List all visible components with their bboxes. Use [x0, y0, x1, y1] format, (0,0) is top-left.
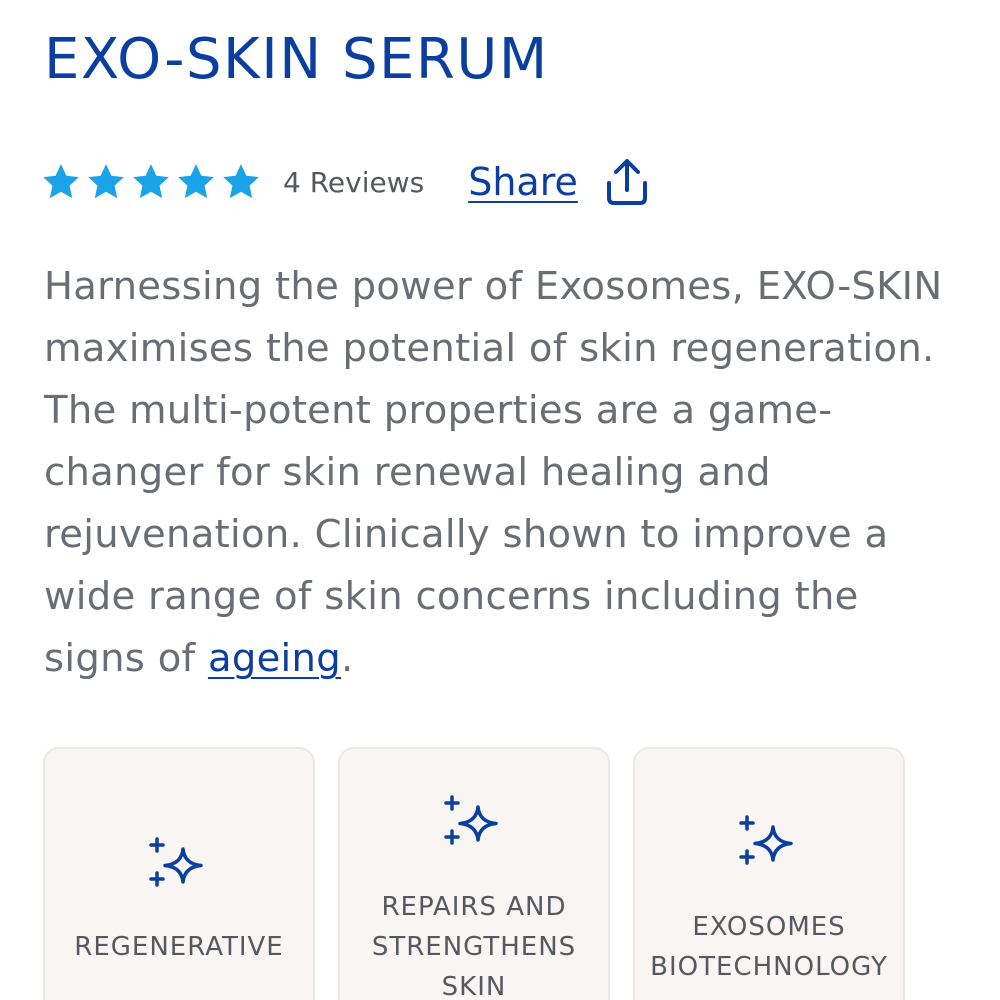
- sparkle-icon: [149, 837, 203, 887]
- sparkle-icon: [444, 795, 498, 845]
- product-description: Harnessing the power of Exosomes, EXO-SK…: [44, 256, 954, 690]
- feature-card-repairs: REPAIRS AND STRENGTHENS SKIN: [338, 747, 610, 1000]
- description-end: .: [341, 636, 354, 681]
- feature-label-line: STRENGTHENS: [371, 932, 577, 962]
- feature-label-line: BIOTECHNOLOGY: [650, 952, 888, 982]
- feature-label: REPAIRS AND STRENGTHENS SKIN: [340, 887, 608, 1000]
- reviews-link[interactable]: 4 Reviews: [283, 166, 424, 199]
- feature-label-line: REGENERATIVE: [74, 932, 284, 962]
- feature-label-line: SKIN: [441, 972, 507, 1000]
- share-icon: [606, 159, 647, 205]
- share-button[interactable]: Share: [468, 157, 650, 207]
- sparkle-icon: [739, 815, 793, 865]
- star-rating[interactable]: [40, 161, 265, 203]
- feature-card-regenerative: REGENERATIVE: [43, 747, 315, 1000]
- feature-label-line: REPAIRS AND: [381, 892, 567, 922]
- ageing-link[interactable]: ageing: [208, 636, 341, 681]
- description-text: Harnessing the power of Exosomes, EXO-SK…: [44, 264, 943, 681]
- star-icon: [133, 164, 169, 199]
- star-icon: [178, 164, 214, 199]
- star-icon: [43, 164, 79, 199]
- star-icon: [88, 164, 124, 199]
- share-label: Share: [468, 160, 578, 204]
- feature-label: REGENERATIVE: [45, 927, 313, 967]
- rating-row: 4 Reviews Share: [40, 150, 650, 214]
- feature-card-exosomes: EXOSOMES BIOTECHNOLOGY: [633, 747, 905, 1000]
- feature-cards: REGENERATIVE REPAIRS AND STRENGTHENS SKI…: [43, 747, 928, 1000]
- star-icon: [223, 164, 259, 199]
- product-page: EXO-SKIN SERUM 4 Reviews Share Harnessin…: [0, 0, 1000, 1000]
- product-title: EXO-SKIN SERUM: [44, 27, 549, 92]
- feature-label-line: EXOSOMES: [692, 912, 846, 942]
- feature-label: EXOSOMES BIOTECHNOLOGY: [635, 907, 903, 987]
